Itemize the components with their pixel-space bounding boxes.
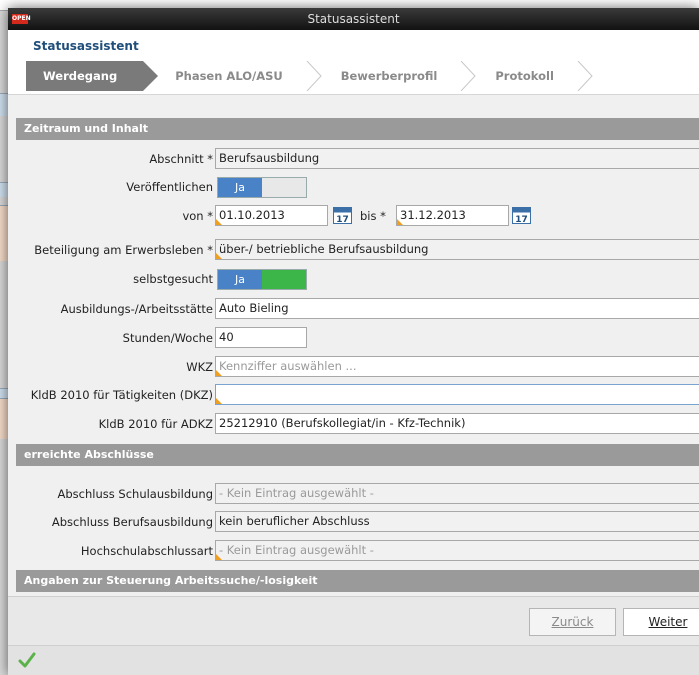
window-title: Statusassistent: [307, 12, 400, 26]
row-selbstgesucht: selbstgesucht Ja: [8, 267, 699, 291]
chevron-right-icon: [305, 61, 323, 91]
arbeitsstaette-label: Ausbildungs-/Arbeitsstätte: [60, 302, 213, 316]
selbstgesucht-label: selbstgesucht: [133, 272, 213, 286]
von-label: von *: [182, 209, 213, 223]
wkz-label: WKZ: [186, 360, 213, 374]
required-marker: [216, 554, 222, 560]
section-zeitraum: Zeitraum und Inhalt: [16, 118, 699, 140]
row-kldb-dkz: KldB 2010 für Tätigkeiten (DKZ): [8, 383, 699, 407]
step-werdegang[interactable]: Werdegang: [26, 61, 159, 91]
statusassistent-window: OPEN Statusassistent Statusassistent Wer…: [8, 8, 699, 675]
row-zeitraum: von * 01.10.2013 17 bis * 31.12.2013 17: [8, 204, 699, 228]
calendar-icon[interactable]: 17: [332, 205, 354, 226]
next-button[interactable]: Weiter: [623, 608, 699, 636]
step-phasen-alo-asu[interactable]: Phasen ALO/ASU: [175, 61, 305, 91]
veroeffentlichen-label: Veröffentlichen: [126, 180, 213, 194]
schulausbildung-select[interactable]: - Kein Eintrag ausgewählt -: [215, 483, 699, 504]
arbeitsstaette-input[interactable]: Auto Bieling: [215, 298, 699, 319]
chevron-right-icon: [459, 61, 477, 91]
section-abschluesse: erreichte Abschlüsse: [16, 444, 699, 466]
selbstgesucht-toggle[interactable]: Ja: [217, 269, 307, 290]
abschnitt-select[interactable]: Berufsausbildung: [215, 148, 699, 169]
step-separator: [157, 61, 175, 91]
beteiligung-label: Beteiligung am Erwerbsleben *: [34, 243, 213, 257]
row-abschnitt: Abschnitt * Berufsausbildung: [8, 147, 699, 171]
row-arbeitsstaette: Ausbildungs-/Arbeitsstätte Auto Bieling: [8, 297, 699, 321]
hochschul-label: Hochschulabschlussart: [80, 544, 213, 558]
row-wkz: WKZ Kennziffer auswählen ...: [8, 355, 699, 379]
beteiligung-select[interactable]: über-/ betriebliche Berufsausbildung: [215, 239, 699, 260]
row-berufsausbildung: Abschluss Berufsausbildung kein beruflic…: [8, 510, 699, 534]
toggle-off-area: [262, 178, 306, 197]
toggle-off-area: [262, 270, 306, 289]
kldb-dkz-label: KldB 2010 für Tätigkeiten (DKZ): [30, 388, 213, 402]
step-protokoll[interactable]: Protokoll: [477, 61, 576, 91]
required-marker: [397, 219, 403, 225]
wizard-footer: Zurück Weiter: [8, 596, 699, 646]
required-marker: [216, 370, 222, 376]
checkmark-icon: [18, 652, 36, 671]
bis-label: bis *: [360, 209, 386, 223]
hochschul-select[interactable]: - Kein Eintrag ausgewählt -: [215, 540, 699, 561]
bis-date-input[interactable]: 31.12.2013: [396, 205, 509, 226]
svg-text:17: 17: [336, 215, 349, 225]
abschnitt-label: Abschnitt *: [149, 152, 213, 166]
page-title: Statusassistent: [33, 39, 139, 53]
von-date-input[interactable]: 01.10.2013: [215, 205, 328, 226]
toggle-on-label: Ja: [218, 178, 262, 197]
row-hochschul: Hochschulabschlussart - Kein Eintrag aus…: [8, 539, 699, 563]
row-beteiligung: Beteiligung am Erwerbsleben * über-/ bet…: [8, 238, 699, 262]
kldb-adkz-input[interactable]: 25212910 (Berufskollegiat/in - Kfz-Techn…: [215, 413, 699, 434]
section-steuerung: Angaben zur Steuerung Arbeitssuche/-losi…: [16, 570, 699, 592]
toggle-on-label: Ja: [218, 270, 262, 289]
veroeffentlichen-toggle[interactable]: Ja: [217, 177, 307, 198]
wizard-steps: Werdegang Phasen ALO/ASU Bewerberprofil …: [26, 61, 594, 97]
window-titlebar[interactable]: OPEN Statusassistent: [8, 8, 699, 30]
wizard-header: Statusassistent Werdegang Phasen ALO/ASU…: [8, 30, 699, 95]
required-marker: [216, 398, 222, 404]
status-bar: [8, 645, 699, 675]
berufsausbildung-select[interactable]: kein beruflicher Abschluss: [215, 511, 699, 532]
row-veroeffentlichen: Veröffentlichen Ja: [8, 175, 699, 199]
required-marker: [216, 219, 222, 225]
stunden-input[interactable]: 40: [215, 327, 307, 348]
stunden-label: Stunden/Woche: [122, 331, 213, 345]
row-stunden: Stunden/Woche 40: [8, 326, 699, 350]
kldb-adkz-label: KldB 2010 für ADKZ: [98, 417, 213, 431]
chevron-right-icon: [576, 61, 594, 91]
svg-text:17: 17: [515, 215, 528, 225]
step-bewerberprofil[interactable]: Bewerberprofil: [323, 61, 460, 91]
row-kldb-adkz: KldB 2010 für ADKZ 25212910 (Berufskolle…: [8, 412, 699, 436]
calendar-icon[interactable]: 17: [511, 205, 533, 226]
row-schulausbildung: Abschluss Schulausbildung - Kein Eintrag…: [8, 482, 699, 506]
kldb-dkz-input[interactable]: [215, 384, 699, 405]
required-marker: [216, 253, 222, 259]
back-button[interactable]: Zurück: [529, 608, 616, 636]
wkz-select[interactable]: Kennziffer auswählen ...: [215, 356, 699, 377]
schulausbildung-label: Abschluss Schulausbildung: [57, 487, 213, 501]
berufsausbildung-label: Abschluss Berufsausbildung: [51, 515, 213, 529]
